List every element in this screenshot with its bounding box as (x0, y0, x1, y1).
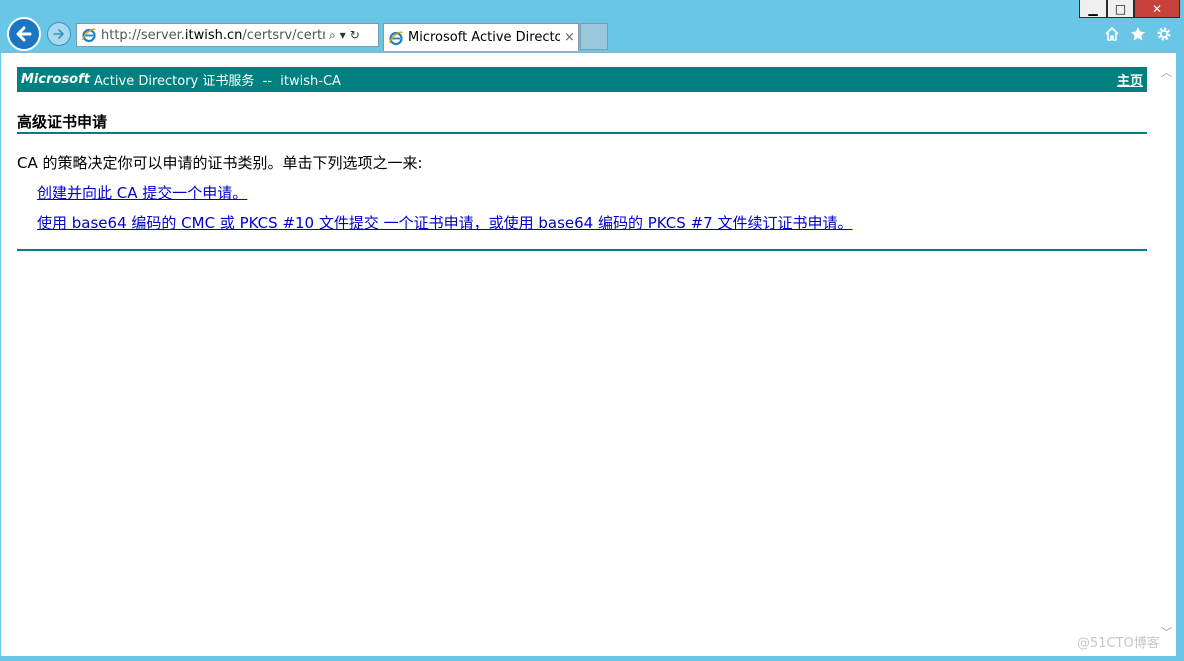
window-border (0, 656, 1184, 661)
browser-chrome: ▁ □ ✕ http://server.itwish.cn/certsrv/ce… (0, 0, 1184, 52)
divider (17, 249, 1147, 251)
watermark: @51CTO博客 (1077, 636, 1160, 651)
vertical-scrollbar[interactable] (1157, 53, 1176, 655)
forward-button[interactable] (47, 22, 71, 46)
gear-icon[interactable] (1155, 25, 1173, 43)
url-text[interactable]: http://server.itwish.cn/certsrv/certrqad… (101, 28, 325, 43)
url-domain: itwish.cn (184, 27, 243, 43)
chevron-down-icon[interactable]: ▾ (340, 28, 346, 42)
brand-name: Microsoft (21, 72, 90, 87)
scroll-down-icon[interactable]: ﹀ (1158, 624, 1175, 639)
home-link[interactable]: 主页 (1117, 70, 1143, 89)
tab-title: Microsoft Active Director... (408, 30, 560, 45)
url-prefix: http://server. (101, 27, 185, 43)
create-request-link[interactable]: 创建并向此 CA 提交一个申请。 (37, 182, 247, 203)
tab-close-icon[interactable]: × (564, 30, 575, 45)
maximize-button[interactable]: □ (1107, 0, 1134, 18)
new-tab-button[interactable] (580, 23, 608, 50)
address-bar[interactable]: http://server.itwish.cn/certsrv/certrqad… (76, 23, 379, 47)
page-title: 高级证书申请 (17, 111, 1147, 134)
back-button[interactable] (7, 17, 41, 51)
scroll-up-icon[interactable]: ︿ (1158, 64, 1175, 79)
page-content (1, 52, 1176, 657)
ie-logo-icon (388, 31, 403, 45)
arrow-right-icon (53, 29, 64, 39)
search-icon[interactable]: ⌕ (329, 28, 336, 43)
favorites-star-icon[interactable] (1129, 25, 1147, 43)
arrow-left-icon (16, 26, 32, 42)
submit-base64-request-link[interactable]: 使用 base64 编码的 CMC 或 PKCS #10 文件提交 一个证书申请… (37, 212, 852, 233)
refresh-icon[interactable]: ↻ (350, 28, 360, 42)
tab-active[interactable]: Microsoft Active Director... × (383, 23, 579, 51)
ie-logo-icon (81, 28, 96, 43)
close-button[interactable]: ✕ (1134, 0, 1180, 18)
site-header: Microsoft Active Directory 证书服务 -- itwis… (17, 67, 1147, 92)
minimize-button[interactable]: ▁ (1079, 0, 1107, 18)
url-suffix: /certsrv/certrqad... (242, 27, 325, 43)
window-border (1176, 52, 1184, 661)
site-title: Active Directory 证书服务 -- itwish-CA (93, 74, 341, 89)
intro-text: CA 的策略决定你可以申请的证书类别。单击下列选项之一来: (17, 154, 423, 172)
home-icon[interactable] (1103, 25, 1121, 43)
